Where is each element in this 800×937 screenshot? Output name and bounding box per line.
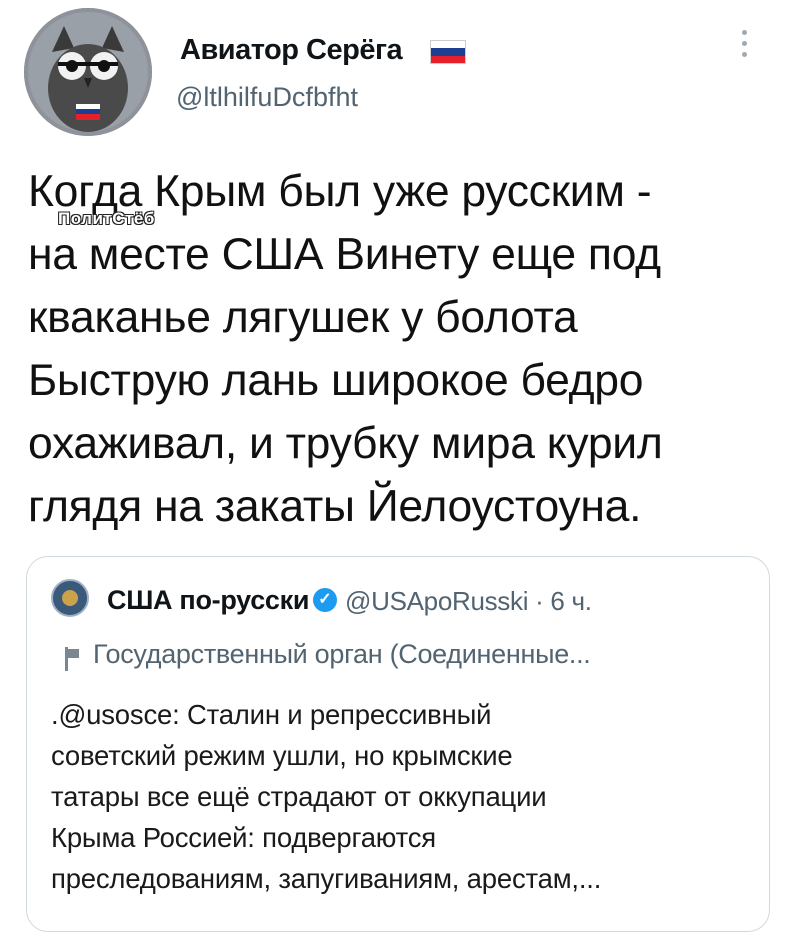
more-vertical-icon[interactable]	[738, 30, 750, 70]
watermark: ПолитСтёб	[58, 209, 155, 228]
tweet-line: Быструю лань широкое бедро	[28, 356, 644, 405]
quoted-account-meta: @USApoRusski · 6 ч.	[345, 586, 592, 616]
quoted-tweet-card[interactable]: США по-русски ✓ @USApoRusski · 6 ч. Госу…	[26, 556, 770, 932]
quoted-account-avatar[interactable]	[51, 579, 89, 617]
quote-line: преследованиям, запугиваниям, арестам,..…	[51, 863, 602, 894]
government-flag-icon	[65, 647, 79, 671]
tweet-line: кваканье лягушек у болота	[28, 293, 578, 342]
quoted-tweet-text: .@usosce: Сталин и репрессивный советски…	[51, 694, 751, 899]
tweet-line: на месте США Винету еще под	[28, 230, 661, 279]
quote-line: .@usosce: Сталин и репрессивный	[51, 699, 492, 730]
author-handle[interactable]: @ltlhilfuDcfbfht	[176, 82, 358, 113]
account-label: Государственный орган (Соединенные...	[93, 639, 591, 669]
tweet-line: охаживал, и трубку мира курил	[28, 419, 663, 468]
verified-badge-icon: ✓	[313, 588, 337, 612]
quote-line: советский режим ушли, но крымские	[51, 740, 513, 771]
quote-line: татары все ещё страдают от оккупации	[51, 781, 547, 812]
tweet-line: глядя на закаты Йелоустоуна.	[28, 482, 642, 531]
owl-avatar-image	[24, 8, 152, 136]
russia-flag-icon	[430, 40, 466, 64]
quote-line: Крыма Россией: подвергаются	[51, 822, 436, 853]
author-avatar[interactable]	[24, 8, 152, 136]
author-name[interactable]: Авиатор Серёга	[180, 34, 403, 67]
quoted-account-name[interactable]: США по-русски	[107, 585, 309, 616]
